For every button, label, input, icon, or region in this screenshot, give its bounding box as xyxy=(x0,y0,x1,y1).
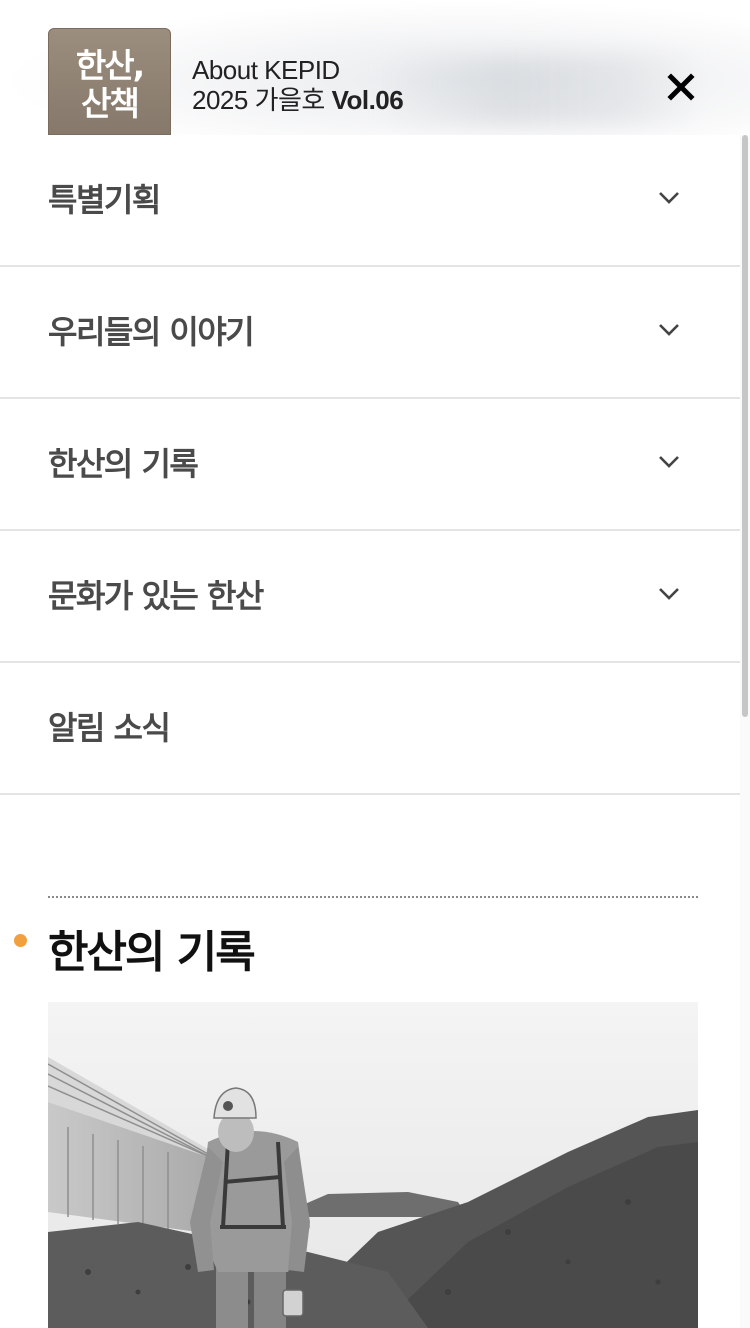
menu-item-special[interactable]: 특별기획 xyxy=(0,135,740,267)
chevron-down-icon xyxy=(659,456,679,468)
nav-menu: 특별기획 우리들의 이야기 한산의 기록 문화가 있는 한산 알림 소식 xyxy=(0,135,740,795)
issue-label: 2025 가을호 xyxy=(192,85,325,115)
about-title: About KEPID xyxy=(192,55,340,85)
issue-info: About KEPID 2025 가을호 Vol.06 xyxy=(192,55,404,115)
close-icon xyxy=(667,73,695,101)
logo[interactable]: 한산, 산책 xyxy=(48,28,171,135)
header: 한산, 산책 About KEPID 2025 가을호 Vol.06 xyxy=(0,0,750,135)
chevron-down-icon xyxy=(659,324,679,336)
menu-item-news[interactable]: 알림 소식 xyxy=(0,663,740,795)
chevron-down-icon xyxy=(659,192,679,204)
worker-photo xyxy=(48,1002,698,1328)
section-bullet-icon xyxy=(14,934,27,947)
menu-item-label: 한산의 기록 xyxy=(48,445,199,483)
menu-item-label: 알림 소식 xyxy=(48,709,171,747)
logo-line-1: 한산, xyxy=(75,46,145,85)
header-background xyxy=(380,55,700,125)
section-divider xyxy=(48,896,698,898)
menu-item-label: 우리들의 이야기 xyxy=(48,313,255,351)
menu-item-records[interactable]: 한산의 기록 xyxy=(0,399,740,531)
scrollbar[interactable] xyxy=(740,135,750,1328)
scrollbar-thumb[interactable] xyxy=(742,135,748,717)
menu-item-culture[interactable]: 문화가 있는 한산 xyxy=(0,531,740,663)
section-title: 한산의 기록 xyxy=(48,927,256,978)
menu-item-our-stories[interactable]: 우리들의 이야기 xyxy=(0,267,740,399)
issue-line: 2025 가을호 Vol.06 xyxy=(192,85,404,115)
menu-item-label: 특별기획 xyxy=(48,181,161,219)
volume-label: Vol.06 xyxy=(331,85,404,115)
page: 한산, 산책 About KEPID 2025 가을호 Vol.06 특별기획 … xyxy=(0,0,750,1328)
logo-line-2: 산책 xyxy=(81,84,140,123)
menu-item-label: 문화가 있는 한산 xyxy=(48,577,264,615)
close-button[interactable] xyxy=(664,70,698,104)
section-photo[interactable] xyxy=(48,1002,698,1328)
chevron-down-icon xyxy=(659,588,679,600)
